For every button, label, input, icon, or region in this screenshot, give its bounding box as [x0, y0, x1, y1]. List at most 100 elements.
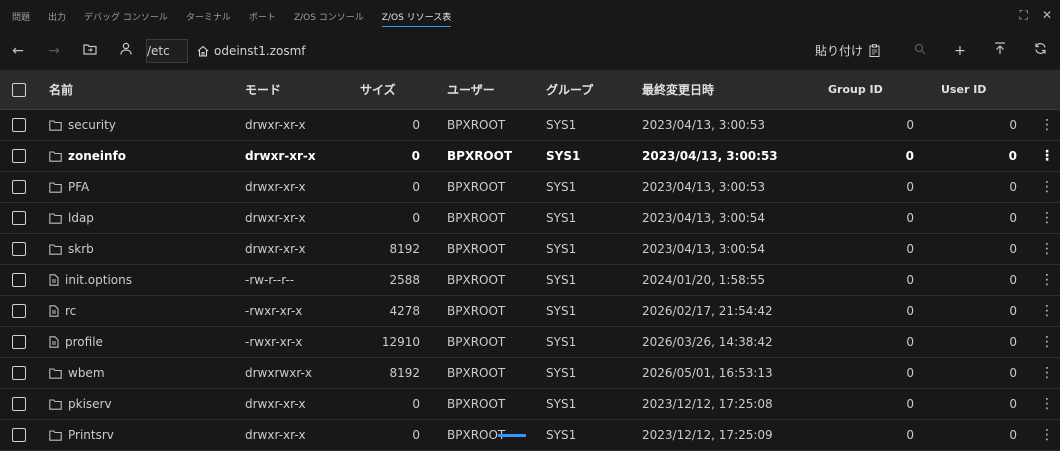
row-checkbox[interactable]	[12, 304, 26, 318]
table-row[interactable]: zoneinfo drwxr-xr-x 0 BPXROOT SYS1 2023/04/13…	[0, 141, 1060, 172]
item-name: PFA	[68, 180, 90, 194]
host-label: odeinst1.zosmf	[214, 43, 306, 58]
row-checkbox[interactable]	[12, 180, 26, 194]
mode-cell: -rw-r--r--	[245, 273, 295, 287]
table-row[interactable]: security drwxr-xr-x 0 BPXROOT SYS1 2023/04/13…	[0, 110, 1060, 141]
more-actions-icon[interactable]: ⋮	[1040, 303, 1054, 319]
row-checkbox[interactable]	[12, 335, 26, 349]
owner-cell: BPXROOT	[447, 335, 506, 349]
table-row[interactable]: skrb drwxr-xr-x 8192 BPXROOT SYS1 2023/04/13,…	[0, 234, 1060, 265]
group-cell: SYS1	[546, 211, 577, 225]
maximize-icon[interactable]: ⛶	[1020, 9, 1028, 21]
host-breadcrumb[interactable]: odeinst1.zosmf	[197, 44, 306, 58]
header-size[interactable]: サイズ	[360, 81, 396, 98]
owner-cell: BPXROOT	[447, 428, 506, 442]
row-checkbox[interactable]	[12, 242, 26, 256]
name-cell[interactable]: PFA	[49, 180, 89, 194]
table-row[interactable]: ldap drwxr-xr-x 0 BPXROOT SYS1 2023/04/13, 3:…	[0, 203, 1060, 234]
tab-zos-resource-table[interactable]: Z/OS リソース表	[381, 7, 452, 27]
owner-cell: BPXROOT	[447, 304, 506, 318]
more-actions-icon[interactable]: ⋮	[1040, 117, 1054, 133]
size-cell: 0	[412, 428, 420, 442]
header-owner[interactable]: ユーザー	[447, 81, 495, 98]
header-name[interactable]: 名前	[49, 81, 73, 98]
name-cell[interactable]: wbem	[49, 366, 105, 380]
more-actions-icon[interactable]: ⋮	[1040, 272, 1054, 288]
add-icon[interactable]: +	[940, 43, 980, 59]
file-icon	[49, 274, 59, 286]
modified-cell: 2023/04/13, 3:00:53	[642, 149, 778, 163]
header-group[interactable]: グループ	[546, 81, 593, 98]
owner-cell: BPXROOT	[447, 211, 506, 225]
header-user-id[interactable]: User ID	[941, 83, 986, 96]
header-modified[interactable]: 最終変更日時	[642, 81, 714, 98]
name-cell[interactable]: zoneinfo	[49, 149, 126, 163]
refresh-icon[interactable]	[1020, 42, 1060, 59]
row-checkbox[interactable]	[12, 366, 26, 380]
table-row[interactable]: profile -rwxr-xr-x 12910 BPXROOT SYS1 2026/03…	[0, 327, 1060, 358]
path-input[interactable]: /etc	[146, 38, 188, 63]
modified-cell: 2023/04/13, 3:00:54	[642, 211, 766, 225]
name-cell[interactable]: profile	[49, 335, 103, 349]
group-cell: SYS1	[546, 304, 577, 318]
tab-debug-console[interactable]: デバッグ コンソール	[84, 7, 168, 26]
name-cell[interactable]: ldap	[49, 211, 94, 225]
paste-button[interactable]: 貼り付け	[815, 42, 880, 59]
header-group-id[interactable]: Group ID	[828, 83, 883, 96]
user-id-cell: 0	[1009, 180, 1017, 194]
name-cell[interactable]: init.options	[49, 273, 132, 287]
tab-terminal[interactable]: ターミナル	[186, 7, 231, 26]
table-row[interactable]: rc -rwxr-xr-x 4278 BPXROOT SYS1 2026/02/17, 2…	[0, 296, 1060, 327]
open-folder-icon[interactable]	[72, 43, 108, 59]
group-cell: SYS1	[546, 397, 577, 411]
table-row[interactable]: wbem drwxrwxr-x 8192 BPXROOT SYS1 2026/05/01,…	[0, 358, 1060, 389]
modified-cell: 2024/01/20, 1:58:55	[642, 273, 766, 287]
more-actions-icon[interactable]: ⋮	[1040, 427, 1054, 443]
user-icon[interactable]	[108, 42, 144, 59]
folder-icon	[49, 181, 62, 193]
name-cell[interactable]: rc	[49, 304, 76, 318]
tab-zos-console[interactable]: Z/OS コンソール	[294, 7, 364, 26]
forward-arrow-icon[interactable]: →	[36, 43, 72, 59]
group-id-cell: 0	[906, 180, 914, 194]
modified-cell: 2023/04/13, 3:00:53	[642, 118, 766, 132]
name-cell[interactable]: Printsrv	[49, 428, 114, 442]
back-arrow-icon[interactable]: ←	[0, 43, 36, 59]
more-actions-icon[interactable]: ⋮	[1040, 179, 1054, 195]
row-checkbox[interactable]	[12, 118, 26, 132]
more-actions-icon[interactable]: ⋮	[1040, 148, 1054, 164]
table-row[interactable]: PFA drwxr-xr-x 0 BPXROOT SYS1 2023/04/13, 3:0…	[0, 172, 1060, 203]
upload-icon[interactable]	[980, 42, 1020, 59]
table-row[interactable]: Printsrv drwxr-xr-x 0 BPXROOT SYS1 2023/12/12…	[0, 420, 1060, 451]
group-cell: SYS1	[546, 118, 577, 132]
more-actions-icon[interactable]: ⋮	[1040, 241, 1054, 257]
tab-problems[interactable]: 問題	[12, 7, 30, 26]
group-cell: SYS1	[546, 366, 577, 380]
row-checkbox[interactable]	[12, 149, 26, 163]
size-cell: 2588	[389, 273, 420, 287]
user-id-cell: 0	[1009, 211, 1017, 225]
modified-cell: 2023/04/13, 3:00:53	[642, 180, 766, 194]
table-row[interactable]: init.options -rw-r--r-- 2588 BPXROOT SYS1 202…	[0, 265, 1060, 296]
row-checkbox[interactable]	[12, 273, 26, 287]
name-cell[interactable]: skrb	[49, 242, 94, 256]
header-mode[interactable]: モード	[245, 81, 281, 98]
close-icon[interactable]: ✕	[1042, 9, 1052, 21]
more-actions-icon[interactable]: ⋮	[1040, 210, 1054, 226]
more-actions-icon[interactable]: ⋮	[1040, 334, 1054, 350]
tab-output[interactable]: 出力	[48, 7, 66, 26]
select-all-checkbox[interactable]	[12, 82, 26, 97]
row-checkbox[interactable]	[12, 397, 26, 411]
search-icon[interactable]	[900, 43, 940, 59]
row-checkbox[interactable]	[12, 428, 26, 442]
name-cell[interactable]: security	[49, 118, 116, 132]
table-row[interactable]: pkiserv drwxr-xr-x 0 BPXROOT SYS1 2023/12/12,…	[0, 389, 1060, 420]
row-checkbox[interactable]	[12, 211, 26, 225]
size-cell: 8192	[389, 242, 420, 256]
tab-ports[interactable]: ポート	[249, 7, 276, 26]
modified-cell: 2026/02/17, 21:54:42	[642, 304, 773, 318]
more-actions-icon[interactable]: ⋮	[1040, 396, 1054, 412]
name-cell[interactable]: pkiserv	[49, 397, 112, 411]
more-actions-icon[interactable]: ⋮	[1040, 365, 1054, 381]
mode-cell: drwxr-xr-x	[245, 428, 306, 442]
